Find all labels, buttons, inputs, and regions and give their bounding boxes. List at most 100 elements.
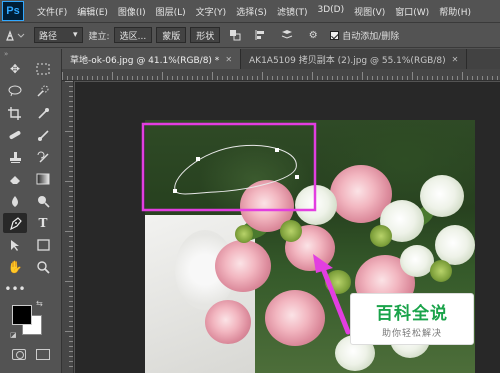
ruler-tick xyxy=(197,76,198,80)
ruler-tick xyxy=(107,76,108,80)
ruler-tick xyxy=(69,141,73,142)
ruler-tick xyxy=(69,271,73,272)
tab-document-1[interactable]: 草地-ok-06.jpg @ 41.1%(RGB/8) * ✕ xyxy=(62,49,242,69)
close-icon[interactable]: ✕ xyxy=(225,55,232,64)
ruler-tick xyxy=(302,76,303,80)
ruler-tick xyxy=(127,76,128,80)
ruler-tick xyxy=(432,76,433,80)
pen-icon[interactable] xyxy=(3,213,27,233)
path-arrangement-icon[interactable] xyxy=(276,26,298,44)
white-rose xyxy=(400,245,434,277)
menu-layer[interactable]: 图层(L) xyxy=(151,5,191,18)
ruler-tick xyxy=(167,76,168,80)
close-icon[interactable]: ✕ xyxy=(452,55,459,64)
ruler-tick xyxy=(452,76,453,80)
menu-type[interactable]: 文字(Y) xyxy=(191,5,232,18)
more-tools-icon[interactable]: ••• xyxy=(3,279,27,299)
tool-preset-picker[interactable] xyxy=(0,25,30,45)
type-icon[interactable]: T xyxy=(31,213,55,233)
path-alignment-icon[interactable] xyxy=(250,26,272,44)
menu-file[interactable]: 文件(F) xyxy=(32,5,72,18)
document-tabs: 草地-ok-06.jpg @ 41.1%(RGB/8) * ✕ AK1A5109… xyxy=(62,49,500,69)
quick-select-icon[interactable] xyxy=(31,81,55,101)
ruler-tick xyxy=(357,76,358,80)
ruler-tick xyxy=(69,211,73,212)
make-shape-button[interactable]: 形状 xyxy=(190,27,221,43)
default-colors-icon[interactable]: ◪ xyxy=(10,331,17,339)
ruler-tick xyxy=(102,76,103,80)
ruler-tick xyxy=(372,76,373,80)
tab-document-2[interactable]: AK1A5109 拷贝副本 (2).jpg @ 55.1%(RGB/8) ✕ xyxy=(241,49,468,69)
ruler-tick xyxy=(142,76,143,80)
ruler-tick xyxy=(69,216,73,217)
ruler-tick xyxy=(69,186,73,187)
marquee-icon[interactable] xyxy=(31,59,55,79)
path-operations-icon[interactable] xyxy=(224,26,246,44)
crop-icon[interactable] xyxy=(3,103,27,123)
menu-view[interactable]: 视图(V) xyxy=(349,5,390,18)
horizontal-ruler xyxy=(62,69,500,81)
swap-colors-icon[interactable]: ⇆ xyxy=(36,299,43,308)
ruler-tick xyxy=(482,76,483,80)
gear-icon[interactable]: ⚙ xyxy=(302,26,324,44)
green-bud xyxy=(235,225,253,243)
blur-icon[interactable] xyxy=(3,191,27,211)
menu-window[interactable]: 窗口(W) xyxy=(390,5,434,18)
eyedropper-icon[interactable] xyxy=(31,103,55,123)
lasso-icon[interactable] xyxy=(3,81,27,101)
ruler-tick xyxy=(132,76,133,80)
ruler-tick xyxy=(402,76,403,80)
menu-filter[interactable]: 滤镜(T) xyxy=(272,5,313,18)
hand-icon[interactable]: ✋ xyxy=(3,257,27,277)
clone-stamp-icon[interactable] xyxy=(3,147,27,167)
ruler-tick xyxy=(377,76,378,80)
tab-label: 草地-ok-06.jpg @ 41.1%(RGB/8) * xyxy=(70,55,220,66)
ruler-tick xyxy=(307,76,308,80)
move-icon[interactable]: ✥ xyxy=(3,59,27,79)
menu-help[interactable]: 帮助(H) xyxy=(434,5,476,18)
rectangle-icon[interactable] xyxy=(31,235,55,255)
screen-mode-icon[interactable] xyxy=(36,349,50,360)
make-selection-button[interactable]: 选区... xyxy=(113,27,153,43)
healing-brush-icon[interactable] xyxy=(3,125,27,145)
ruler-tick xyxy=(69,306,73,307)
history-brush-icon[interactable] xyxy=(31,147,55,167)
gradient-icon[interactable] xyxy=(31,169,55,189)
ruler-tick xyxy=(437,76,438,80)
ruler-tick xyxy=(69,246,73,247)
green-bud xyxy=(370,225,392,247)
menu-select[interactable]: 选择(S) xyxy=(231,5,272,18)
make-mask-button[interactable]: 蒙版 xyxy=(156,27,187,43)
menu-image[interactable]: 图像(I) xyxy=(113,5,151,18)
ruler-tick xyxy=(69,166,73,167)
ruler-tick xyxy=(282,76,283,80)
ruler-tick xyxy=(69,366,73,367)
ruler-tick xyxy=(332,76,333,80)
zoom-icon[interactable] xyxy=(31,257,55,277)
menu-edit[interactable]: 编辑(E) xyxy=(72,5,113,18)
quick-mask-icon[interactable] xyxy=(12,349,26,360)
path-select-icon[interactable] xyxy=(3,235,27,255)
green-bud xyxy=(325,270,351,294)
brush-icon[interactable] xyxy=(31,125,55,145)
ruler-tick xyxy=(69,261,73,262)
ruler-tick xyxy=(267,76,268,80)
build-label: 建立: xyxy=(88,31,110,42)
double-chevron-icon[interactable]: » xyxy=(0,49,61,59)
ruler-tick xyxy=(252,76,253,80)
tool-mode-select[interactable]: 路径 ▾ xyxy=(34,27,83,43)
eraser-icon[interactable] xyxy=(3,169,27,189)
foreground-color-swatch[interactable] xyxy=(12,305,32,325)
tab-label: AK1A5109 拷贝副本 (2).jpg @ 55.1%(RGB/8) xyxy=(249,55,446,66)
dodge-icon[interactable] xyxy=(31,191,55,211)
watermark-badge: 百科全说 助你轻松解决 xyxy=(350,293,474,345)
ruler-tick xyxy=(412,72,413,80)
pink-rose xyxy=(205,300,251,344)
ruler-tick xyxy=(417,76,418,80)
menu-3d[interactable]: 3D(D) xyxy=(312,5,349,18)
ruler-tick xyxy=(112,72,113,80)
ruler-tick xyxy=(172,76,173,80)
ruler-tick xyxy=(69,356,73,357)
ruler-tick xyxy=(462,72,463,80)
auto-add-delete-checkbox[interactable] xyxy=(330,30,340,40)
